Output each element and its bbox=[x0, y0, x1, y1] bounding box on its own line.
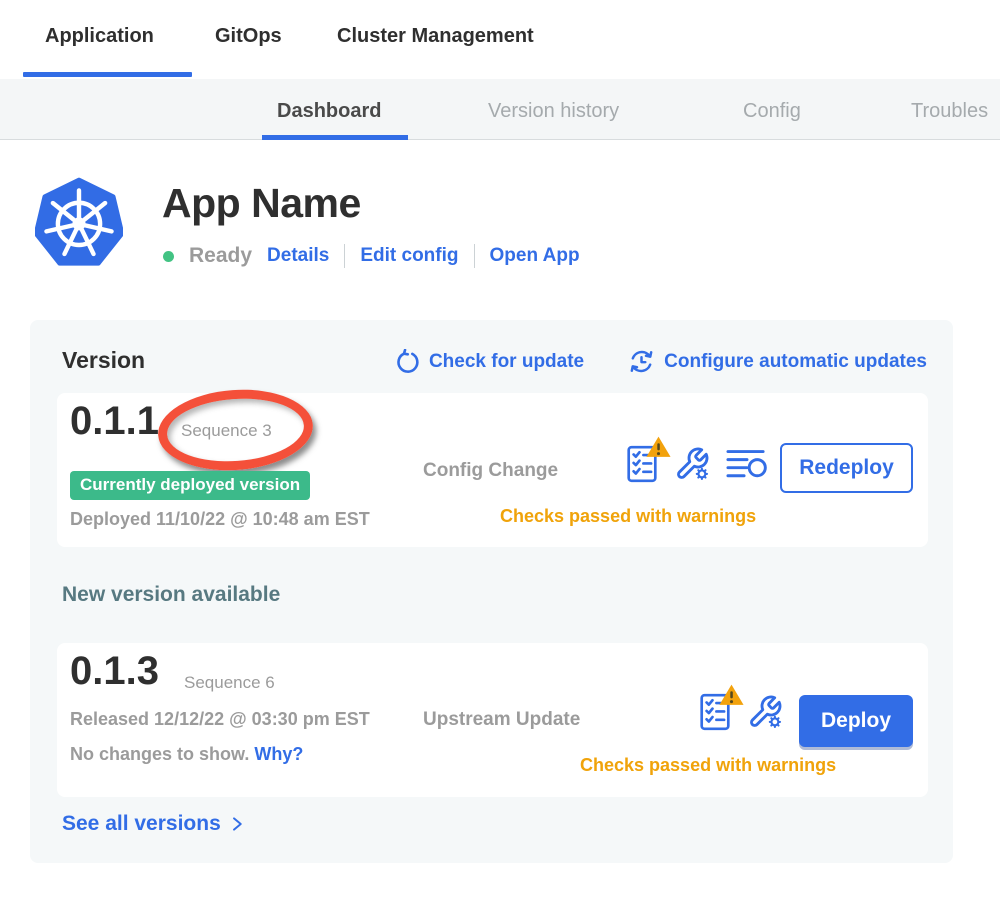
configure-automatic-updates-label: Configure automatic updates bbox=[664, 351, 927, 373]
new-version-heading: New version available bbox=[62, 583, 280, 607]
see-all-versions-label: See all versions bbox=[62, 812, 221, 836]
configure-automatic-updates-link[interactable]: Configure automatic updates bbox=[628, 348, 927, 375]
open-app-link[interactable]: Open App bbox=[490, 245, 580, 267]
nav-item-cluster-management[interactable]: Cluster Management bbox=[337, 25, 534, 48]
see-all-versions-link[interactable]: See all versions bbox=[62, 812, 246, 836]
check-for-update-link[interactable]: Check for update bbox=[394, 349, 584, 375]
available-change-type: Upstream Update bbox=[423, 709, 580, 731]
current-version-card: 0.1.1 Sequence 3 Currently deployed vers… bbox=[57, 393, 928, 547]
active-tab-underline bbox=[262, 135, 408, 140]
deploy-button[interactable]: Deploy bbox=[799, 695, 913, 747]
warning-triangle-icon bbox=[718, 683, 745, 706]
scheduled-refresh-icon bbox=[628, 348, 655, 375]
no-changes-line: No changes to show. Why? bbox=[70, 744, 303, 765]
link-divider bbox=[474, 244, 475, 268]
version-panel-actions: Check for update Configure automatic upd… bbox=[394, 348, 927, 375]
tab-version-history[interactable]: Version history bbox=[488, 100, 619, 123]
app-status-row: Ready Details Edit config Open App bbox=[163, 243, 580, 269]
current-version-icons bbox=[625, 443, 769, 485]
version-panel: Version Check for update bbox=[30, 320, 953, 863]
active-nav-underline bbox=[23, 72, 192, 77]
available-checks-status: Checks passed with warnings bbox=[580, 755, 836, 776]
top-nav: Application GitOps Cluster Management bbox=[0, 0, 1000, 79]
preflight-checks-icon[interactable] bbox=[698, 691, 732, 733]
released-timestamp: Released 12/12/22 @ 03:30 pm EST bbox=[70, 709, 370, 730]
config-wrench-icon[interactable] bbox=[674, 446, 710, 482]
why-link[interactable]: Why? bbox=[254, 744, 303, 764]
available-version-icons bbox=[698, 691, 783, 733]
available-version-sequence: Sequence 6 bbox=[184, 673, 275, 693]
deployed-timestamp: Deployed 11/10/22 @ 10:48 am EST bbox=[70, 509, 370, 530]
page-title-app-name: App Name bbox=[162, 180, 361, 227]
available-version-number: 0.1.3 bbox=[70, 649, 159, 694]
view-files-icon[interactable] bbox=[725, 447, 769, 481]
current-checks-status: Checks passed with warnings bbox=[500, 506, 756, 527]
config-wrench-icon[interactable] bbox=[747, 694, 783, 730]
nav-item-application[interactable]: Application bbox=[45, 25, 154, 48]
current-version-number: 0.1.1 bbox=[70, 399, 159, 444]
status-ready-dot-icon bbox=[163, 251, 174, 262]
current-version-sequence: Sequence 3 bbox=[181, 421, 272, 441]
tab-troubleshoot[interactable]: Troubles bbox=[911, 100, 988, 123]
check-for-update-label: Check for update bbox=[429, 351, 584, 373]
status-text: Ready bbox=[189, 244, 252, 268]
link-divider bbox=[344, 244, 345, 268]
preflight-checks-icon[interactable] bbox=[625, 443, 659, 485]
kubernetes-logo-icon bbox=[35, 177, 123, 269]
currently-deployed-badge: Currently deployed version bbox=[70, 471, 310, 500]
no-changes-text: No changes to show. bbox=[70, 744, 249, 764]
chevron-right-icon bbox=[228, 813, 246, 835]
refresh-icon bbox=[394, 349, 420, 375]
current-change-type: Config Change bbox=[423, 460, 558, 482]
version-panel-title: Version bbox=[62, 347, 145, 374]
edit-config-link[interactable]: Edit config bbox=[360, 245, 458, 267]
warning-triangle-icon bbox=[645, 435, 672, 458]
nav-item-gitops[interactable]: GitOps bbox=[215, 25, 282, 48]
tab-dashboard[interactable]: Dashboard bbox=[277, 100, 381, 123]
available-version-card: 0.1.3 Sequence 6 Released 12/12/22 @ 03:… bbox=[57, 643, 928, 797]
details-link[interactable]: Details bbox=[267, 245, 329, 267]
app-tab-bar: Dashboard Version history Config Trouble… bbox=[0, 79, 1000, 140]
admin-console-screen: Application GitOps Cluster Management Da… bbox=[0, 0, 1000, 898]
tab-config[interactable]: Config bbox=[743, 100, 801, 123]
redeploy-button[interactable]: Redeploy bbox=[780, 443, 913, 493]
